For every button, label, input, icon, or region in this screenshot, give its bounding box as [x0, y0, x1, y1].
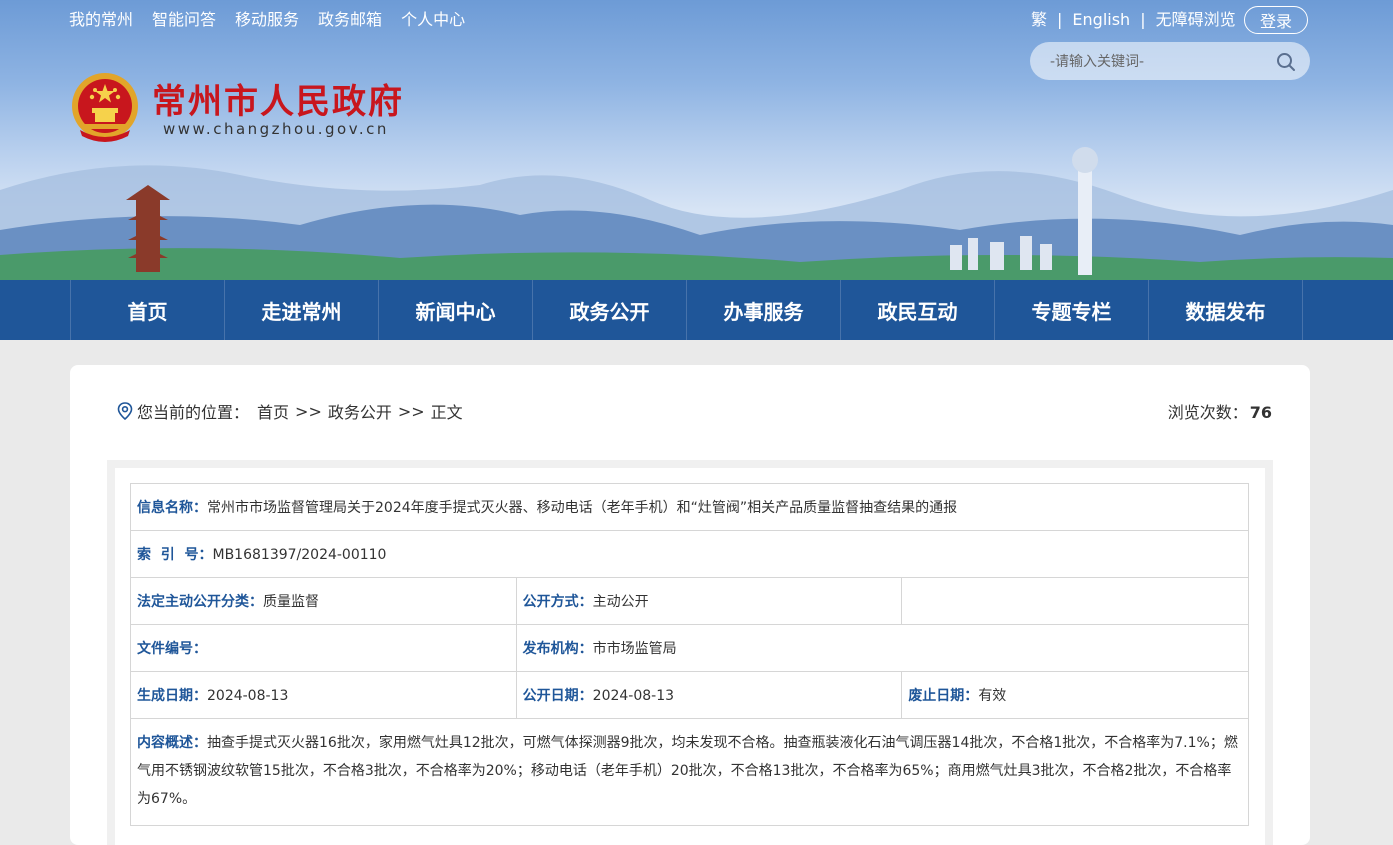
search-input[interactable] [1048, 42, 1272, 82]
published-date-label: 公开日期： [522, 688, 593, 704]
nav-services[interactable]: 办事服务 [687, 280, 841, 340]
breadcrumb-separator: >> [397, 401, 425, 421]
doc-number-label: 文件编号： [137, 641, 207, 657]
table-row: 文件编号： 发布机构：市市场监管局 [130, 624, 1250, 672]
language-links: 繁 | English | 无障碍浏览 [1031, 8, 1236, 32]
category-value: 质量监督 [263, 594, 319, 610]
nav-news-center[interactable]: 新闻中心 [379, 280, 533, 340]
breadcrumb-gov-affairs[interactable]: 政务公开 [328, 399, 392, 423]
login-button[interactable]: 登录 [1244, 6, 1308, 34]
summary-cell: 内容概述：抽查手提式灭火器16批次，家用燃气灶具12批次，可燃气体探测器9批次，… [130, 718, 1249, 826]
publisher-label: 发布机构： [522, 641, 593, 657]
info-name-cell: 信息名称：常州市市场监督管理局关于2024年度手提式灭火器、移动电话（老年手机）… [130, 483, 1249, 531]
published-date-value: 2024-08-13 [592, 688, 675, 704]
summary-value: 抽查手提式灭火器16批次，家用燃气灶具12批次，可燃气体探测器9批次，均未发现不… [137, 735, 1238, 807]
breadcrumb-label: 您当前的位置： [137, 403, 250, 422]
info-panel-inner: 信息名称：常州市市场监督管理局关于2024年度手提式灭火器、移动电话（老年手机）… [115, 468, 1265, 845]
top-utility-nav: 我的常州 智能问答 移动服务 政务邮箱 个人中心 [69, 8, 465, 32]
search-icon[interactable] [1276, 52, 1296, 72]
site-title: 常州市人民政府 [152, 82, 404, 122]
top-nav-gov-mailbox[interactable]: 政务邮箱 [318, 8, 382, 32]
national-emblem-logo[interactable] [70, 70, 140, 144]
category-cell: 法定主动公开分类：质量监督 [130, 577, 517, 625]
table-row: 生成日期：2024-08-13 公开日期：2024-08-13 废止日期：有效 [130, 671, 1249, 719]
nav-gov-affairs[interactable]: 政务公开 [533, 280, 687, 340]
main-nav: 首页 走进常州 新闻中心 政务公开 办事服务 政民互动 专题专栏 数据发布 [0, 280, 1393, 340]
disclosure-method-label: 公开方式： [522, 594, 593, 610]
info-name-label: 信息名称： [137, 500, 207, 516]
info-panel: 信息名称：常州市市场监督管理局关于2024年度手提式灭火器、移动电话（老年手机）… [107, 460, 1273, 845]
nav-about-changzhou[interactable]: 走进常州 [225, 280, 379, 340]
created-date-cell: 生成日期：2024-08-13 [130, 671, 517, 719]
index-no-cell: 索 引 号：MB1681397/2024-00110 [130, 530, 1249, 578]
metadata-table: 信息名称：常州市市场监督管理局关于2024年度手提式灭火器、移动电话（老年手机）… [130, 483, 1250, 826]
disclosure-method-value: 主动公开 [592, 594, 649, 610]
separator: | [1057, 10, 1063, 29]
site-url: www.changzhou.gov.cn [163, 120, 389, 138]
publisher-value: 市市场监管局 [592, 641, 677, 657]
view-count-value: 76 [1249, 403, 1272, 422]
view-count: 浏览次数： 76 [1168, 399, 1272, 423]
nav-interaction[interactable]: 政民互动 [841, 280, 995, 340]
header-banner: 我的常州 智能问答 移动服务 政务邮箱 个人中心 繁 | English | 无… [0, 0, 1393, 280]
breadcrumb-home[interactable]: 首页 [257, 399, 289, 423]
separator: | [1140, 10, 1146, 29]
info-name-value: 常州市市场监督管理局关于2024年度手提式灭火器、移动电话（老年手机）和“灶管阀… [207, 500, 958, 516]
expiry-date-value: 有效 [978, 688, 1007, 704]
disclosure-method-cell: 公开方式：主动公开 [515, 577, 903, 625]
index-no-value: MB1681397/2024-00110 [212, 547, 387, 563]
traditional-chinese-link[interactable]: 繁 [1031, 8, 1047, 32]
english-link[interactable]: English [1072, 8, 1130, 32]
top-nav-my-changzhou[interactable]: 我的常州 [69, 8, 133, 32]
top-nav-mobile-service[interactable]: 移动服务 [235, 8, 299, 32]
table-row: 法定主动公开分类：质量监督 公开方式：主动公开 [130, 577, 1249, 625]
expiry-date-label: 废止日期： [908, 688, 979, 704]
nav-data-release[interactable]: 数据发布 [1149, 280, 1303, 340]
created-date-value: 2024-08-13 [207, 688, 289, 704]
top-nav-personal-center[interactable]: 个人中心 [401, 8, 465, 32]
top-nav-smart-qa[interactable]: 智能问答 [152, 8, 216, 32]
summary-label: 内容概述： [137, 735, 207, 751]
content-card: 您当前的位置： 首页 >> 政务公开 >> 正文 浏览次数： 76 信息名称：常州… [70, 365, 1310, 845]
doc-number-cell: 文件编号： [130, 624, 517, 672]
location-pin-icon [117, 402, 133, 420]
breadcrumb-current: 正文 [430, 403, 463, 422]
publisher-cell: 发布机构：市市场监管局 [515, 624, 1250, 672]
empty-cell [901, 577, 1249, 625]
expiry-date-cell: 废止日期：有效 [901, 671, 1249, 719]
search-box [1030, 42, 1310, 82]
nav-home[interactable]: 首页 [71, 280, 225, 340]
breadcrumb: 您当前的位置： 首页 >> 政务公开 >> 正文 [117, 399, 463, 423]
breadcrumb-separator: >> [295, 401, 322, 421]
view-count-label: 浏览次数： [1167, 403, 1248, 422]
accessible-browse-link[interactable]: 无障碍浏览 [1156, 8, 1236, 32]
nav-special-topics[interactable]: 专题专栏 [995, 280, 1149, 340]
published-date-cell: 公开日期：2024-08-13 [515, 671, 903, 719]
category-label: 法定主动公开分类： [137, 594, 263, 610]
table-row: 索 引 号：MB1681397/2024-00110 [130, 530, 1249, 578]
table-row: 信息名称：常州市市场监督管理局关于2024年度手提式灭火器、移动电话（老年手机）… [130, 483, 1249, 531]
table-row: 内容概述：抽查手提式灭火器16批次，家用燃气灶具12批次，可燃气体探测器9批次，… [130, 718, 1249, 826]
index-no-label: 索 引 号： [137, 547, 213, 563]
created-date-label: 生成日期： [137, 688, 207, 704]
